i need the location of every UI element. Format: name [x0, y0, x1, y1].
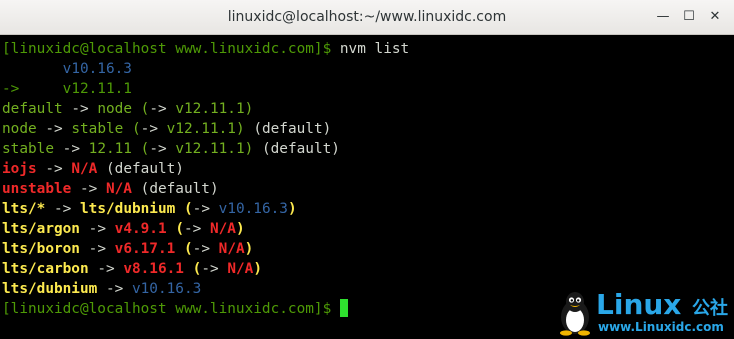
arrow: ->	[79, 181, 98, 197]
default-tag: (default)	[261, 141, 340, 157]
paren: )	[235, 221, 245, 237]
installed-version: v10.16.3	[62, 61, 132, 77]
watermark-url: www.Linuxidc.com	[598, 320, 724, 334]
alias-name: lts/argon	[2, 221, 80, 237]
alias-name: lts/dubnium	[2, 281, 98, 297]
alias-name: lts/*	[2, 201, 46, 217]
alias-target: stable	[71, 121, 124, 137]
paren: (	[131, 121, 141, 137]
maximize-button[interactable]: ☐	[680, 8, 698, 26]
resolved-version: v12.11.1	[175, 141, 245, 157]
command-text: nvm list	[331, 41, 410, 57]
default-tag: (default)	[253, 121, 332, 137]
alias-line-lts-star: lts/* -> lts/dubnium (-> v10.16.3)	[2, 199, 734, 219]
arrow: ->	[97, 261, 115, 277]
paren: )	[287, 201, 297, 217]
paren: (	[192, 261, 202, 277]
default-tag: (default)	[106, 161, 184, 177]
resolved-version: v10.16.3	[218, 201, 288, 217]
paren: (	[175, 221, 184, 237]
alias-target: v8.16.1	[123, 261, 184, 277]
na-value: N/A	[105, 181, 132, 197]
arrow: ->	[140, 121, 158, 137]
minimize-button[interactable]: —	[654, 8, 672, 26]
command-line: [linuxidc@localhost www.linuxidc.com]$ n…	[2, 39, 734, 59]
watermark-logo: Linux 公社 www.Linuxidc.com	[556, 288, 732, 338]
arrow: ->	[88, 241, 106, 257]
paren: )	[244, 101, 254, 117]
paren: )	[244, 241, 254, 257]
penguin-icon	[560, 292, 590, 336]
na-value: N/A	[71, 161, 98, 177]
arrow: ->	[192, 241, 210, 257]
alias-name: unstable	[2, 181, 72, 197]
paren: )	[235, 121, 245, 137]
na-value: N/A	[209, 221, 236, 237]
paren: )	[253, 261, 262, 277]
paren: (	[183, 241, 193, 257]
alias-target: node	[97, 101, 132, 117]
arrow: ->	[183, 221, 202, 237]
text-cursor	[339, 299, 348, 317]
shell-prompt: [linuxidc@localhost www.linuxidc.com]$	[2, 41, 332, 57]
na-value: N/A	[218, 241, 245, 257]
alias-name: iojs	[2, 161, 37, 177]
arrow: ->	[105, 281, 124, 297]
na-value: N/A	[227, 261, 254, 277]
paren: )	[244, 141, 254, 157]
arrow: ->	[149, 101, 167, 117]
arrow: ->	[45, 161, 63, 177]
watermark-chinese: 公社	[692, 298, 728, 319]
paren: (	[183, 201, 193, 217]
arrow: ->	[88, 221, 106, 237]
alias-target: v4.9.1	[114, 221, 167, 237]
alias-line-unstable: unstable -> N/A (default)	[2, 179, 734, 199]
arrow: ->	[62, 141, 80, 157]
close-button[interactable]: ✕	[706, 8, 724, 26]
arrow: ->	[201, 261, 219, 277]
arrow: ->	[45, 121, 63, 137]
alias-target: v6.17.1	[114, 241, 176, 257]
arrow: ->	[54, 201, 72, 217]
alias-line-default: default -> node (-> v12.11.1)	[2, 99, 734, 119]
title-bar[interactable]: linuxidc@localhost:~/www.linuxidc.com — …	[0, 0, 734, 35]
current-arrow: ->	[2, 81, 20, 97]
alias-line-iojs: iojs -> N/A (default)	[2, 159, 734, 179]
arrow: ->	[71, 101, 89, 117]
alias-target: 12.11	[88, 141, 132, 157]
resolved-version: v12.11.1	[175, 101, 245, 117]
alias-line-stable: stable -> 12.11 (-> v12.11.1) (default)	[2, 139, 734, 159]
alias-target: lts/dubnium	[80, 201, 176, 217]
alias-line-lts-argon: lts/argon -> v4.9.1 (-> N/A)	[2, 219, 734, 239]
current-version-line: -> v12.11.1	[2, 79, 734, 99]
default-tag: (default)	[140, 181, 219, 197]
current-version: v12.11.1	[62, 81, 132, 97]
alias-line-lts-boron: lts/boron -> v6.17.1 (-> N/A)	[2, 239, 734, 259]
alias-name: node	[2, 121, 37, 137]
arrow: ->	[192, 201, 210, 217]
alias-name: lts/carbon	[2, 261, 89, 277]
watermark-word: Linux	[596, 288, 682, 321]
shell-prompt: [linuxidc@localhost www.linuxidc.com]$	[2, 301, 332, 317]
terminal-window: linuxidc@localhost:~/www.linuxidc.com — …	[0, 0, 734, 339]
window-title: linuxidc@localhost:~/www.linuxidc.com	[227, 9, 507, 25]
alias-name: default	[2, 101, 63, 117]
alias-line-node: node -> stable (-> v12.11.1) (default)	[2, 119, 734, 139]
resolved-version: v12.11.1	[166, 121, 236, 137]
alias-name: lts/boron	[2, 241, 80, 257]
alias-target: v10.16.3	[131, 281, 202, 297]
installed-version-line: v10.16.3	[2, 59, 734, 79]
arrow: ->	[149, 141, 167, 157]
alias-line-lts-carbon: lts/carbon -> v8.16.1 (-> N/A)	[2, 259, 734, 279]
alias-name: stable	[2, 141, 54, 157]
